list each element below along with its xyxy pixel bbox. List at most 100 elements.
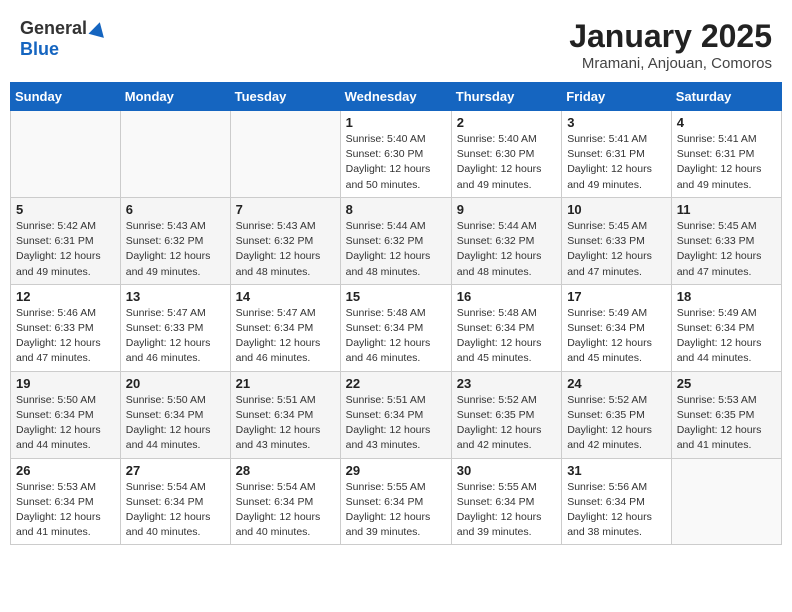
calendar-cell: 2 Sunrise: 5:40 AM Sunset: 6:30 PM Daylig… bbox=[451, 111, 561, 198]
logo: General Blue bbox=[20, 18, 106, 60]
day-info: Sunrise: 5:53 AM Sunset: 6:35 PM Dayligh… bbox=[677, 393, 776, 454]
day-info: Sunrise: 5:54 AM Sunset: 6:34 PM Dayligh… bbox=[236, 480, 335, 541]
page-header: General Blue January 2025 Mramani, Anjou… bbox=[10, 10, 782, 78]
calendar-week-3: 12 Sunrise: 5:46 AM Sunset: 6:33 PM Dayli… bbox=[11, 284, 782, 371]
day-number: 2 bbox=[457, 115, 556, 130]
day-number: 15 bbox=[346, 289, 446, 304]
weekday-header-sunday: Sunday bbox=[11, 83, 121, 111]
day-info: Sunrise: 5:55 AM Sunset: 6:34 PM Dayligh… bbox=[457, 480, 556, 541]
day-info: Sunrise: 5:47 AM Sunset: 6:34 PM Dayligh… bbox=[236, 306, 335, 367]
calendar-cell bbox=[671, 458, 781, 545]
calendar-cell: 9Sunrise: 5:44 AM Sunset: 6:32 PM Daylig… bbox=[451, 197, 561, 284]
day-info: Sunrise: 5:40 AM Sunset: 6:30 PM Dayligh… bbox=[457, 132, 556, 193]
day-info: Sunrise: 5:45 AM Sunset: 6:33 PM Dayligh… bbox=[567, 219, 666, 280]
day-info: Sunrise: 5:43 AM Sunset: 6:32 PM Dayligh… bbox=[236, 219, 335, 280]
calendar-cell bbox=[11, 111, 121, 198]
day-number: 3 bbox=[567, 115, 666, 130]
day-info: Sunrise: 5:51 AM Sunset: 6:34 PM Dayligh… bbox=[346, 393, 446, 454]
day-info: Sunrise: 5:50 AM Sunset: 6:34 PM Dayligh… bbox=[126, 393, 225, 454]
weekday-row: SundayMondayTuesdayWednesdayThursdayFrid… bbox=[11, 83, 782, 111]
calendar-cell: 16 Sunrise: 5:48 AM Sunset: 6:34 PM Dayli… bbox=[451, 284, 561, 371]
day-number: 12 bbox=[16, 289, 115, 304]
day-number: 4 bbox=[677, 115, 776, 130]
calendar-cell: 6Sunrise: 5:43 AM Sunset: 6:32 PM Daylig… bbox=[120, 197, 230, 284]
day-info: Sunrise: 5:44 AM Sunset: 6:32 PM Dayligh… bbox=[457, 219, 556, 280]
day-info: Sunrise: 5:44 AM Sunset: 6:32 PM Dayligh… bbox=[346, 219, 446, 280]
calendar-cell: 18Sunrise: 5:49 AM Sunset: 6:34 PM Dayli… bbox=[671, 284, 781, 371]
day-number: 26 bbox=[16, 463, 115, 478]
calendar-cell: 17Sunrise: 5:49 AM Sunset: 6:34 PM Dayli… bbox=[562, 284, 672, 371]
weekday-header-wednesday: Wednesday bbox=[340, 83, 451, 111]
day-number: 20 bbox=[126, 376, 225, 391]
weekday-header-friday: Friday bbox=[562, 83, 672, 111]
day-info: Sunrise: 5:48 AM Sunset: 6:34 PM Dayligh… bbox=[346, 306, 446, 367]
calendar-week-5: 26 Sunrise: 5:53 AM Sunset: 6:34 PM Dayli… bbox=[11, 458, 782, 545]
calendar-cell: 21 Sunrise: 5:51 AM Sunset: 6:34 PM Dayli… bbox=[230, 371, 340, 458]
day-number: 1 bbox=[346, 115, 446, 130]
calendar-week-2: 5 Sunrise: 5:42 AM Sunset: 6:31 PM Daylig… bbox=[11, 197, 782, 284]
logo-blue-text: Blue bbox=[20, 39, 59, 60]
day-number: 19 bbox=[16, 376, 115, 391]
calendar-cell: 1 Sunrise: 5:40 AM Sunset: 6:30 PM Daylig… bbox=[340, 111, 451, 198]
day-number: 28 bbox=[236, 463, 335, 478]
day-number: 10 bbox=[567, 202, 666, 217]
day-info: Sunrise: 5:41 AM Sunset: 6:31 PM Dayligh… bbox=[567, 132, 666, 193]
day-number: 5 bbox=[16, 202, 115, 217]
calendar-body: 1 Sunrise: 5:40 AM Sunset: 6:30 PM Daylig… bbox=[11, 111, 782, 545]
calendar-cell: 23Sunrise: 5:52 AM Sunset: 6:35 PM Dayli… bbox=[451, 371, 561, 458]
weekday-header-tuesday: Tuesday bbox=[230, 83, 340, 111]
day-info: Sunrise: 5:43 AM Sunset: 6:32 PM Dayligh… bbox=[126, 219, 225, 280]
day-number: 7 bbox=[236, 202, 335, 217]
day-number: 16 bbox=[457, 289, 556, 304]
calendar-cell bbox=[120, 111, 230, 198]
day-info: Sunrise: 5:40 AM Sunset: 6:30 PM Dayligh… bbox=[346, 132, 446, 193]
calendar-cell: 11Sunrise: 5:45 AM Sunset: 6:33 PM Dayli… bbox=[671, 197, 781, 284]
day-number: 23 bbox=[457, 376, 556, 391]
calendar-table: SundayMondayTuesdayWednesdayThursdayFrid… bbox=[10, 82, 782, 545]
day-number: 29 bbox=[346, 463, 446, 478]
day-info: Sunrise: 5:42 AM Sunset: 6:31 PM Dayligh… bbox=[16, 219, 115, 280]
weekday-header-monday: Monday bbox=[120, 83, 230, 111]
day-number: 21 bbox=[236, 376, 335, 391]
day-number: 13 bbox=[126, 289, 225, 304]
day-info: Sunrise: 5:53 AM Sunset: 6:34 PM Dayligh… bbox=[16, 480, 115, 541]
calendar-cell: 29 Sunrise: 5:55 AM Sunset: 6:34 PM Dayli… bbox=[340, 458, 451, 545]
calendar-cell: 19Sunrise: 5:50 AM Sunset: 6:34 PM Dayli… bbox=[11, 371, 121, 458]
calendar-week-1: 1 Sunrise: 5:40 AM Sunset: 6:30 PM Daylig… bbox=[11, 111, 782, 198]
day-info: Sunrise: 5:51 AM Sunset: 6:34 PM Dayligh… bbox=[236, 393, 335, 454]
calendar-cell: 20 Sunrise: 5:50 AM Sunset: 6:34 PM Dayli… bbox=[120, 371, 230, 458]
day-info: Sunrise: 5:41 AM Sunset: 6:31 PM Dayligh… bbox=[677, 132, 776, 193]
calendar-cell: 31 Sunrise: 5:56 AM Sunset: 6:34 PM Dayli… bbox=[562, 458, 672, 545]
day-number: 22 bbox=[346, 376, 446, 391]
calendar-cell: 26 Sunrise: 5:53 AM Sunset: 6:34 PM Dayli… bbox=[11, 458, 121, 545]
title-block: January 2025 Mramani, Anjouan, Comoros bbox=[569, 18, 772, 72]
calendar-header: SundayMondayTuesdayWednesdayThursdayFrid… bbox=[11, 83, 782, 111]
calendar-cell: 12 Sunrise: 5:46 AM Sunset: 6:33 PM Dayli… bbox=[11, 284, 121, 371]
calendar-cell: 10 Sunrise: 5:45 AM Sunset: 6:33 PM Dayli… bbox=[562, 197, 672, 284]
day-info: Sunrise: 5:49 AM Sunset: 6:34 PM Dayligh… bbox=[567, 306, 666, 367]
day-number: 14 bbox=[236, 289, 335, 304]
calendar-cell: 7 Sunrise: 5:43 AM Sunset: 6:32 PM Daylig… bbox=[230, 197, 340, 284]
day-info: Sunrise: 5:56 AM Sunset: 6:34 PM Dayligh… bbox=[567, 480, 666, 541]
day-number: 27 bbox=[126, 463, 225, 478]
calendar-cell: 14 Sunrise: 5:47 AM Sunset: 6:34 PM Dayli… bbox=[230, 284, 340, 371]
day-info: Sunrise: 5:54 AM Sunset: 6:34 PM Dayligh… bbox=[126, 480, 225, 541]
calendar-cell: 27 Sunrise: 5:54 AM Sunset: 6:34 PM Dayli… bbox=[120, 458, 230, 545]
calendar-cell: 13Sunrise: 5:47 AM Sunset: 6:33 PM Dayli… bbox=[120, 284, 230, 371]
day-info: Sunrise: 5:46 AM Sunset: 6:33 PM Dayligh… bbox=[16, 306, 115, 367]
day-number: 11 bbox=[677, 202, 776, 217]
calendar-cell: 4 Sunrise: 5:41 AM Sunset: 6:31 PM Daylig… bbox=[671, 111, 781, 198]
day-info: Sunrise: 5:48 AM Sunset: 6:34 PM Dayligh… bbox=[457, 306, 556, 367]
calendar-cell: 28 Sunrise: 5:54 AM Sunset: 6:34 PM Dayli… bbox=[230, 458, 340, 545]
calendar-cell: 22 Sunrise: 5:51 AM Sunset: 6:34 PM Dayli… bbox=[340, 371, 451, 458]
day-number: 31 bbox=[567, 463, 666, 478]
logo-general-text: General bbox=[20, 18, 87, 39]
day-number: 24 bbox=[567, 376, 666, 391]
weekday-header-thursday: Thursday bbox=[451, 83, 561, 111]
month-title: January 2025 bbox=[569, 18, 772, 55]
day-info: Sunrise: 5:55 AM Sunset: 6:34 PM Dayligh… bbox=[346, 480, 446, 541]
day-number: 25 bbox=[677, 376, 776, 391]
day-number: 18 bbox=[677, 289, 776, 304]
weekday-header-saturday: Saturday bbox=[671, 83, 781, 111]
calendar-cell bbox=[230, 111, 340, 198]
